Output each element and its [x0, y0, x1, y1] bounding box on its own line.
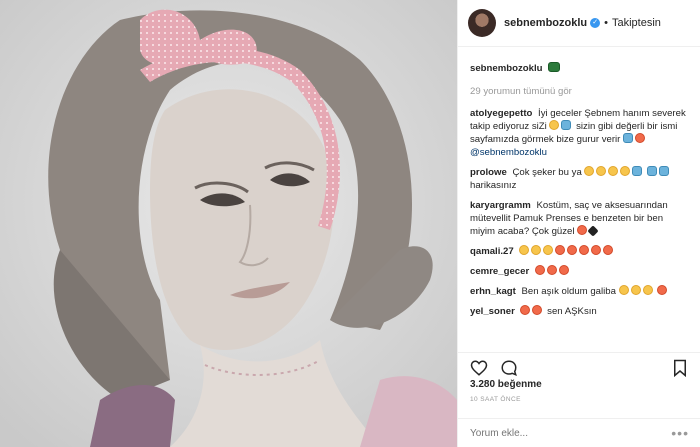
smile-emoji-icon	[596, 166, 607, 176]
comment-item: erhn_kagt Ben aşık oldum galiba	[470, 285, 689, 298]
smile-emoji-icon	[549, 120, 560, 130]
smile-emoji-icon	[620, 166, 631, 176]
sunglasses-emoji-icon	[548, 62, 561, 72]
smile-emoji-icon	[519, 245, 530, 255]
heart-eyes-emoji-icon	[603, 245, 614, 255]
follow-status-button[interactable]: Takiptesin	[612, 17, 661, 29]
smile-emoji-icon	[630, 285, 641, 295]
comment-username[interactable]: prolowe	[470, 167, 507, 178]
comment-username[interactable]: qamali.27	[470, 246, 514, 257]
heart-eyes-emoji-icon	[635, 133, 646, 143]
comment-username[interactable]: karyargramm	[470, 200, 531, 211]
comment-input[interactable]	[470, 427, 650, 439]
heart-eyes-emoji-icon	[532, 305, 543, 315]
heart-eyes-emoji-icon	[555, 245, 566, 255]
comment-username[interactable]: erhn_kagt	[470, 286, 516, 297]
view-all-comments-link[interactable]: 29 yorumun tümünü gör	[470, 85, 689, 98]
comment-item: cemre_gecer	[470, 265, 689, 278]
person-emoji-icon	[632, 166, 643, 176]
comment-text: harikasınız	[470, 180, 517, 191]
person-emoji-icon	[623, 133, 634, 143]
comment-username[interactable]: atolyegepetto	[470, 108, 532, 119]
action-bar	[458, 352, 700, 377]
caption: sebnembozoklu	[470, 62, 689, 75]
post-timestamp: 10 SAAT ÖNCE	[470, 396, 521, 403]
heart-eyes-emoji-icon	[546, 265, 557, 275]
comment-username[interactable]: yel_soner	[470, 306, 515, 317]
black-heart-emoji-icon	[587, 225, 599, 237]
smile-emoji-icon	[618, 285, 629, 295]
caption-username[interactable]: sebnembozoklu	[470, 63, 543, 74]
avatar[interactable]	[468, 9, 496, 37]
person-emoji-icon	[647, 166, 658, 176]
comment-text: Ben aşık oldum galiba	[521, 286, 616, 297]
comment-item: qamali.27	[470, 245, 689, 258]
heart-eyes-emoji-icon	[579, 245, 590, 255]
smile-emoji-icon	[531, 245, 542, 255]
add-comment-bar: •••	[458, 418, 700, 447]
heart-eyes-emoji-icon	[591, 245, 602, 255]
mention-link[interactable]: @sebnembozoklu	[470, 147, 547, 158]
comment-username[interactable]: cemre_gecer	[470, 266, 529, 277]
comment-item: prolowe Çok şeker bu ya harikasınız	[470, 166, 689, 192]
comment-text: Çok şeker bu ya	[512, 167, 582, 178]
comment-text: sen AŞKsın	[547, 306, 597, 317]
instagram-post: sebnembozoklu ✓ • Takiptesin sebnembozok…	[0, 0, 700, 447]
header-separator: •	[604, 17, 608, 29]
header-username[interactable]: sebnembozoklu	[504, 17, 587, 29]
portrait-image	[0, 0, 457, 447]
post-header: sebnembozoklu ✓ • Takiptesin	[458, 0, 700, 47]
smile-emoji-icon	[584, 166, 595, 176]
comment-item: karyargramm Kostüm, saç ve aksesuarından…	[470, 199, 689, 238]
smile-emoji-icon	[642, 285, 653, 295]
bookmark-icon[interactable]	[671, 359, 689, 377]
likes-count[interactable]: 3.280 beğenme	[470, 379, 542, 390]
heart-eyes-emoji-icon	[558, 265, 569, 275]
heart-eyes-emoji-icon	[520, 305, 531, 315]
more-options-icon[interactable]: •••	[671, 425, 689, 441]
heart-eyes-emoji-icon	[567, 245, 578, 255]
heart-eyes-emoji-icon	[657, 285, 668, 295]
post-photo[interactable]	[0, 0, 457, 447]
post-sidebar: sebnembozoklu ✓ • Takiptesin sebnembozok…	[457, 0, 700, 447]
comment-item: atolyegepetto İyi geceler Şebnem hanım s…	[470, 107, 689, 159]
person-emoji-icon	[659, 166, 670, 176]
person-emoji-icon	[561, 120, 572, 130]
heart-icon[interactable]	[470, 359, 488, 377]
comments-list: sebnembozoklu 29 yorumun tümünü gör atol…	[458, 52, 700, 347]
heart-eyes-emoji-icon	[577, 225, 588, 235]
comment-item: yel_soner sen AŞKsın	[470, 305, 689, 318]
verified-icon: ✓	[590, 18, 601, 28]
smile-emoji-icon	[608, 166, 619, 176]
smile-emoji-icon	[543, 245, 554, 255]
heart-eyes-emoji-icon	[534, 265, 545, 275]
comment-icon[interactable]	[500, 359, 518, 377]
